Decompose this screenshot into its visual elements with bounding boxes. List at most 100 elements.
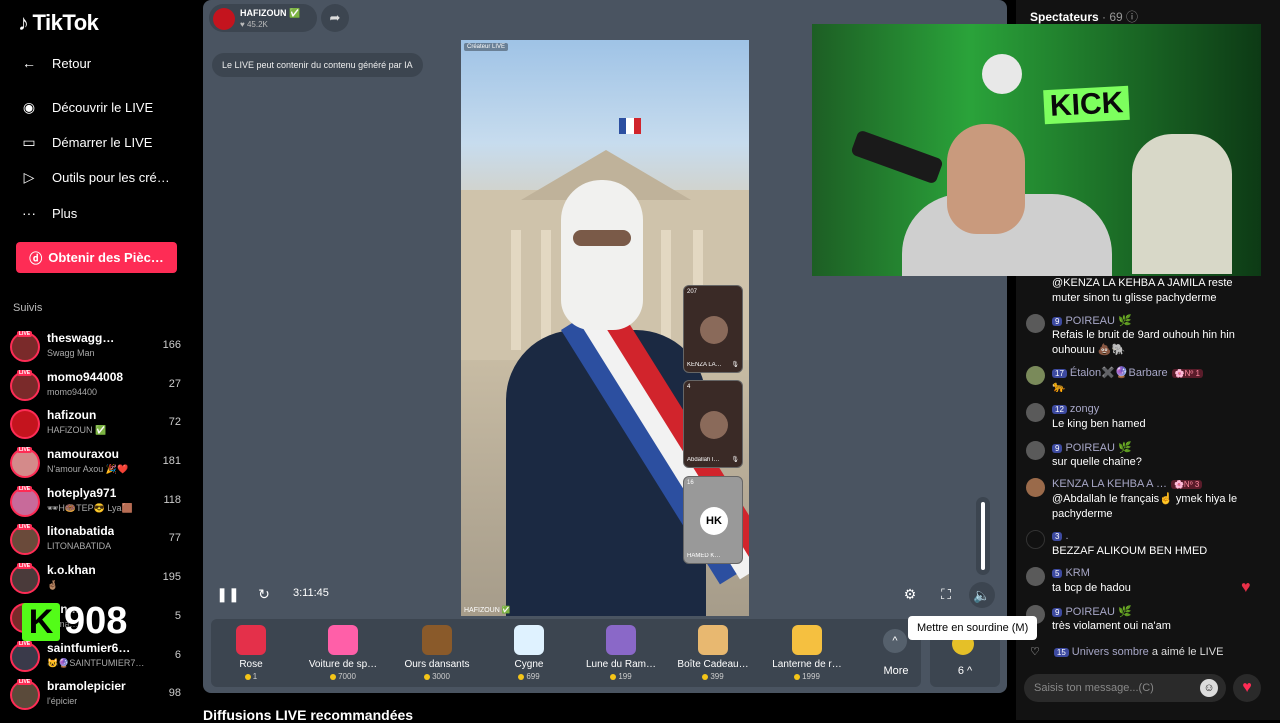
avatar: LIVE <box>10 486 40 517</box>
chat-input[interactable] <box>1034 680 1194 696</box>
nav-start-live[interactable]: ▭ Démarrer le LIVE <box>20 131 152 153</box>
following-name: momo944008 <box>47 370 124 384</box>
following-item[interactable]: LIVE hoteplya971 🕶H🍩TEP😎 Lya🟫 118 <box>10 485 185 519</box>
gift-price-value: 3000 <box>432 672 450 681</box>
floating-heart-icon: ♥ <box>1241 579 1251 596</box>
liked-text: a aimé le LIVE <box>1151 646 1224 658</box>
chevron-up-icon: ^ <box>883 629 907 653</box>
gift-item[interactable]: Rose 1 <box>205 623 297 685</box>
video-camera-icon: ▭ <box>22 133 36 150</box>
guest-name: HAMED K… <box>687 553 721 559</box>
emoji-icon[interactable]: ☺ <box>1200 679 1218 697</box>
avatar: LIVE <box>10 331 40 362</box>
rank-badge: 🌸Nº 3 <box>1170 480 1203 489</box>
mute-button[interactable]: 🔈 <box>969 582 995 608</box>
avatar <box>700 411 728 439</box>
eye-opening <box>573 230 631 246</box>
gift-item[interactable]: Cygne 699 <box>483 623 575 685</box>
nav-creator-tools[interactable]: ▷ Outils pour les cré… <box>20 166 170 188</box>
settings-button[interactable]: ⚙ <box>900 584 920 604</box>
gift-price-value: 699 <box>526 672 540 681</box>
viewer-count: 195 <box>162 571 181 583</box>
following-item[interactable]: LIVE saintfumier6… 😺🔮SAINTFUMIER7… 6 <box>10 640 185 674</box>
chat-input-box[interactable]: ☺ <box>1024 674 1226 702</box>
chat-text: Le king ben hamed <box>1052 418 1146 430</box>
avatar: LIVE <box>10 563 40 594</box>
sports-car-icon <box>328 625 358 655</box>
guest-tile[interactable]: 207 KENZA LA… 🎙 <box>683 285 743 373</box>
mic-muted-icon: 🎙 <box>731 362 739 368</box>
back-label: Retour <box>52 55 92 71</box>
following-item[interactable]: LIVE bramolepicier l'épicier 98 <box>10 678 185 712</box>
stream-time: 3:11:45 <box>293 587 329 599</box>
gift-item[interactable]: Boîte Cadeau… 399 <box>667 623 759 685</box>
viewers-count: · 69 ⓘ <box>1102 10 1139 24</box>
guest-count: 4 <box>687 384 691 390</box>
viewer-count: 5 <box>174 610 181 622</box>
nav-discover-live[interactable]: ◉ Découvrir le LIVE <box>20 96 153 118</box>
guest-tile[interactable]: 16 HK HAMED K… <box>683 476 743 564</box>
sidebar: ♪ TikTok ← Retour ◉ Découvrir le LIVE ▭ … <box>0 0 193 720</box>
viewers-header[interactable]: Spectateurs · 69 ⓘ <box>1030 8 1138 25</box>
live-badge: LIVE <box>17 331 33 337</box>
avatar <box>10 409 40 439</box>
back-link[interactable]: ← Retour <box>20 52 91 74</box>
tiktok-logo[interactable]: ♪ TikTok <box>18 10 99 36</box>
level-badge: 9 <box>1052 317 1063 326</box>
liked-user: Univers sombre <box>1071 646 1149 658</box>
gift-price-value: 1 <box>252 672 258 681</box>
gift-name: Boîte Cadeau… <box>677 659 749 670</box>
nav-start-label: Démarrer le LIVE <box>52 134 153 150</box>
gift-price: 199 <box>575 672 667 681</box>
live-badge: LIVE <box>17 370 33 376</box>
following-item[interactable]: LIVE momo944008 momo94400 27 <box>10 369 185 403</box>
gift-item[interactable]: Lanterne de r… 1999 <box>761 623 853 685</box>
gift-bar: Rose 1 Voiture de sp… 7000 Ours dansants 30… <box>211 619 921 687</box>
heart-outline-icon: ♡ <box>1030 646 1040 658</box>
gift-item[interactable]: Lune du Ram… 199 <box>575 623 667 685</box>
following-nickname: 😺🔮SAINTFUMIER7… <box>47 658 145 668</box>
like-button[interactable]: ♥ <box>1233 674 1261 702</box>
following-name: bramolepicier <box>47 679 126 693</box>
dancing-bears-icon <box>422 625 452 655</box>
following-nickname: 🤞🏽 <box>47 580 59 590</box>
following-item[interactable]: hafizoun HAFiZOUN ✅ 72 <box>10 407 185 441</box>
host-likes: ♥ 45.2K <box>240 20 268 29</box>
volume-level <box>981 502 985 570</box>
viewer-count: 166 <box>162 339 181 351</box>
guest-tile[interactable]: 4 Abdallah l… 🎙 <box>683 380 743 468</box>
share-button[interactable]: ➦ <box>321 4 349 32</box>
guest-count: 207 <box>687 289 698 295</box>
get-coins-button[interactable]: ⓓ Obtenir des Pièc… <box>16 242 177 273</box>
chat-user: POIREAU 🌿 <box>1065 442 1132 454</box>
mic-muted-icon: 🎙 <box>731 457 739 463</box>
like-notification: ♡ 15 Univers sombre a aimé le LIVE <box>1030 645 1223 658</box>
avatar: LIVE <box>10 447 40 478</box>
pause-button[interactable]: ❚❚ <box>216 584 239 604</box>
french-flag <box>619 118 641 134</box>
viewer-count: 77 <box>168 532 181 544</box>
fullscreen-button[interactable]: ⛶ <box>936 584 956 604</box>
following-name: hoteplya971 <box>47 486 117 500</box>
chat-text: très violament oui na'am <box>1052 620 1171 632</box>
gear-icon: ⚙ <box>903 585 917 602</box>
following-item[interactable]: LIVE litonabatida LITONABATIDA 77 <box>10 523 185 557</box>
arrow-left-icon: ← <box>22 55 36 71</box>
volume-slider[interactable] <box>976 497 990 575</box>
host-avatar[interactable] <box>213 8 235 30</box>
gift-item[interactable]: Voiture de sp… 7000 <box>297 623 389 685</box>
following-item[interactable]: LIVE namouraxou N'amour Axou 🎉❤️ 181 <box>10 446 185 480</box>
live-video[interactable]: Créateur LIVE HAFIZOUN ✅ 207 KENZA LA… 🎙 4… <box>461 40 749 616</box>
following-item[interactable]: LIVE theswagg… Swagg Man 166 <box>10 330 185 364</box>
following-item[interactable]: LIVE k.o.khan 🤞🏽 195 <box>10 562 185 596</box>
gift-item[interactable]: Ours dansants 3000 <box>391 623 483 685</box>
tiktok-note-icon: ♪ <box>18 10 29 35</box>
gift-price: 699 <box>483 672 575 681</box>
ramadan-moon-icon <box>606 625 636 655</box>
host-pill[interactable]: HAFIZOUN ✅ ♥ 45.2K <box>209 4 317 32</box>
nav-more[interactable]: ··· Plus <box>20 202 77 224</box>
avatar <box>1026 530 1045 549</box>
share-arrow-icon: ➦ <box>329 10 341 25</box>
level-badge: 17 <box>1052 369 1067 378</box>
refresh-button[interactable]: ↻ <box>254 584 274 604</box>
